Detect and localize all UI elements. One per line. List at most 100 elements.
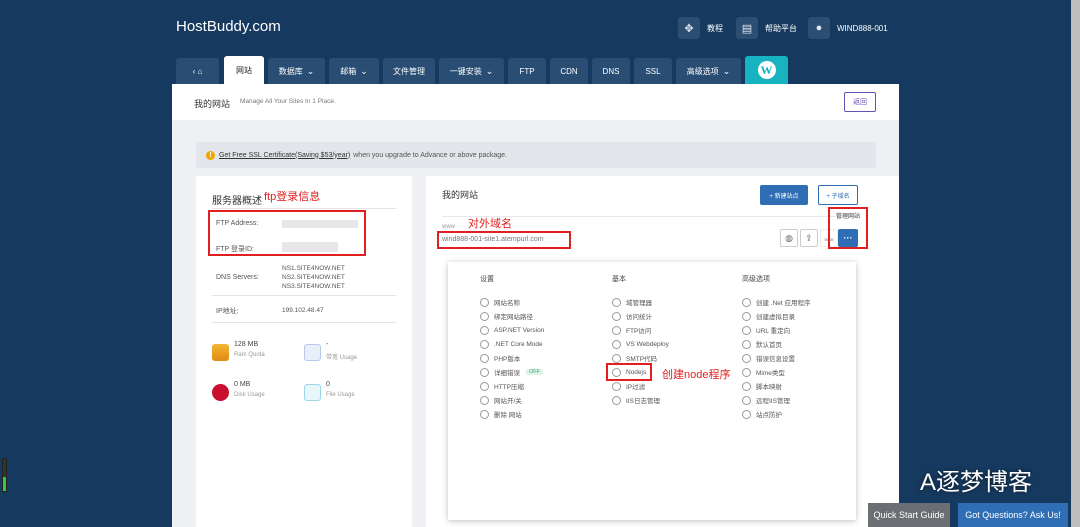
menu-virtual-dir[interactable]: 创建虚拟目录 bbox=[742, 311, 795, 321]
info-icon bbox=[480, 297, 489, 307]
ip-value: 199.102.48.47 bbox=[282, 307, 324, 314]
ip-label: IP地址: bbox=[216, 308, 239, 315]
quick-start-button[interactable]: Quick Start Guide bbox=[868, 503, 950, 527]
tab-database[interactable]: 数据库 ⌄ bbox=[268, 58, 325, 84]
ftp-highlight-box bbox=[208, 210, 366, 256]
menu-label: 访问统计 bbox=[626, 314, 652, 321]
warning-icon: ! bbox=[206, 150, 215, 160]
menu-label: VS Webdeploy bbox=[626, 340, 669, 348]
upload-icon: ⇪ bbox=[805, 232, 813, 243]
tutorial-link[interactable]: ✥ 教程 bbox=[678, 16, 723, 40]
menu-site-protection[interactable]: 站点防护 bbox=[742, 409, 782, 419]
www-label: www bbox=[442, 224, 455, 230]
domain-highlight-box bbox=[437, 231, 571, 249]
dns-2: NS2.SITE4NOW.NET bbox=[282, 274, 345, 281]
progress-fill bbox=[3, 476, 6, 491]
menu-domain-manager[interactable]: 域管理器 bbox=[612, 297, 652, 307]
menu-label: 域管理器 bbox=[626, 300, 652, 307]
menu-url-redirect[interactable]: URL 重定向 bbox=[742, 325, 790, 335]
menu-site-name[interactable]: 网站名称 bbox=[480, 297, 520, 307]
menu-label: FTP访问 bbox=[626, 328, 652, 335]
bandwidth-value: - bbox=[326, 341, 329, 348]
tab-dns[interactable]: DNS bbox=[592, 58, 630, 84]
tab-cdn[interactable]: CDN bbox=[550, 58, 588, 84]
menu-smtp[interactable]: SMTP代码 bbox=[612, 353, 657, 363]
file-icon bbox=[304, 384, 321, 401]
sub-domain-button[interactable]: + 子域名 bbox=[818, 185, 858, 205]
tab-email[interactable]: 邮箱 ⌄ bbox=[329, 58, 379, 84]
manage-highlight-box bbox=[828, 207, 868, 249]
tab-back-home[interactable]: ‹ ⌂ bbox=[176, 58, 219, 84]
menu-label: HTTP压缩 bbox=[494, 384, 524, 391]
deploy-icon bbox=[612, 339, 621, 349]
return-button[interactable]: 返回 bbox=[844, 92, 876, 112]
menu-remote-iis[interactable]: 远程IIS管理 bbox=[742, 395, 790, 405]
menu-script-map[interactable]: 脚本映射 bbox=[742, 381, 782, 391]
user-icon: ● bbox=[808, 17, 830, 39]
tab-label: CDN bbox=[560, 66, 578, 76]
brand-logo[interactable]: HostBuddy.com bbox=[176, 18, 281, 35]
menu-delete-site[interactable]: 删除 网站 bbox=[480, 409, 522, 419]
menu-default-page[interactable]: 默认首页 bbox=[742, 339, 782, 349]
tab-ftp[interactable]: FTP bbox=[508, 58, 546, 84]
disk-icon bbox=[212, 384, 229, 401]
menu-iis-logs[interactable]: IIS日志管理 bbox=[612, 395, 660, 405]
help-link[interactable]: ▤ 帮助平台 bbox=[736, 16, 797, 40]
menu-ip-filter[interactable]: IP过滤 bbox=[612, 381, 645, 391]
off-badge: OFF bbox=[526, 369, 543, 375]
progress-indicator bbox=[2, 458, 7, 492]
menu-netcore-mode[interactable]: .NET Core Mode bbox=[480, 339, 543, 349]
folder-icon bbox=[742, 311, 751, 321]
menu-mime-types[interactable]: Mime类型 bbox=[742, 367, 785, 377]
chevron-down-icon: ⌄ bbox=[360, 65, 368, 76]
tab-websites[interactable]: 网站 bbox=[224, 56, 264, 84]
nodejs-highlight-box bbox=[606, 363, 652, 381]
menu-ftp-access[interactable]: FTP访问 bbox=[612, 325, 651, 335]
file-value: 0 bbox=[326, 381, 330, 388]
domain-annotation: 对外域名 bbox=[468, 218, 512, 230]
tab-wordpress[interactable]: W bbox=[745, 56, 788, 84]
ssl-banner: ! Get Free SSL Certificate(Saving $53/ye… bbox=[196, 142, 876, 168]
menu-create-net-app[interactable]: 创建 .Net 应用程序 bbox=[742, 297, 811, 307]
ftp-icon bbox=[612, 325, 621, 335]
menu-php-version[interactable]: PHP版本 bbox=[480, 353, 520, 363]
menu-label: 网站开/关 bbox=[494, 398, 522, 405]
app-icon bbox=[742, 297, 751, 307]
tab-label: SSL bbox=[645, 66, 661, 76]
ssl-link[interactable]: Get Free SSL Certificate(Saving $53/year… bbox=[219, 152, 350, 159]
warning-icon bbox=[742, 353, 751, 363]
menu-site-toggle[interactable]: 网站开/关 bbox=[480, 395, 522, 405]
dns-3: NS3.SITE4NOW.NET bbox=[282, 283, 345, 290]
folder-icon bbox=[480, 311, 489, 321]
tab-label: 网站 bbox=[236, 65, 252, 75]
menu-aspnet-version[interactable]: ASP.NET Version bbox=[480, 325, 544, 335]
code-icon bbox=[480, 339, 489, 349]
new-site-button[interactable]: + 新建站点 bbox=[760, 185, 808, 205]
ram-label: Ram Quota bbox=[234, 352, 265, 358]
disk-value: 0 MB bbox=[234, 381, 251, 388]
tab-file-manager[interactable]: 文件管理 bbox=[383, 58, 435, 84]
menu-site-path[interactable]: 绑定网站路径 bbox=[480, 311, 533, 321]
log-icon bbox=[612, 395, 621, 405]
page-title: 我的网站 bbox=[194, 99, 231, 109]
toggle-icon bbox=[480, 395, 489, 405]
menu-error-pages[interactable]: 错误信息设置 bbox=[742, 353, 795, 363]
user-menu[interactable]: ● WIND888-001 bbox=[808, 16, 888, 40]
menu-label: .NET Core Mode bbox=[494, 340, 543, 348]
menu-stats[interactable]: 访问统计 bbox=[612, 311, 652, 321]
tab-label: FTP bbox=[519, 66, 535, 76]
menu-label: 删除 网站 bbox=[494, 412, 522, 419]
menu-label: SMTP代码 bbox=[626, 356, 658, 363]
globe-button[interactable]: ◍ bbox=[780, 229, 798, 247]
tab-ssl[interactable]: SSL bbox=[634, 58, 672, 84]
menu-detailed-errors[interactable]: 详细错误 OFF bbox=[480, 367, 543, 377]
tab-advanced[interactable]: 高级选项 ⌄ bbox=[676, 58, 741, 84]
menu-vs-webdeploy[interactable]: VS Webdeploy bbox=[612, 339, 669, 349]
main-panel: 我的网站 Manage All Your Sites In 1 Place. 返… bbox=[172, 84, 899, 527]
ask-us-button[interactable]: Got Questions? Ask Us! bbox=[958, 503, 1068, 527]
menu-http-compression[interactable]: HTTP压缩 bbox=[480, 381, 524, 391]
upload-button[interactable]: ⇪ bbox=[800, 229, 818, 247]
tab-one-click-install[interactable]: 一键安装 ⌄ bbox=[439, 58, 504, 84]
user-label: WIND888-001 bbox=[837, 23, 888, 33]
scrollbar[interactable] bbox=[1071, 0, 1080, 527]
